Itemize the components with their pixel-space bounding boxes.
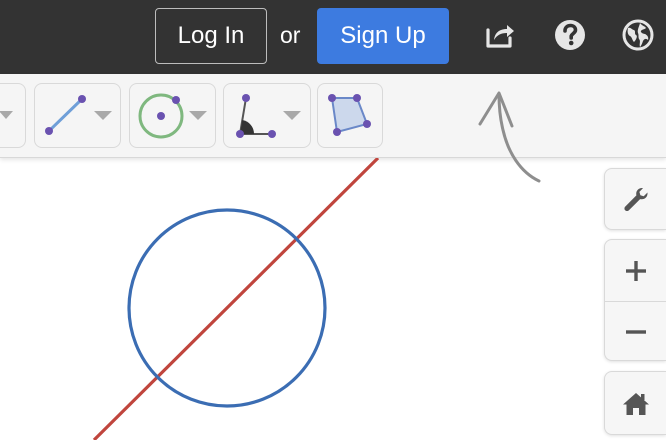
home-icon xyxy=(623,393,649,415)
top-bar: Log In or Sign Up xyxy=(0,0,666,74)
signup-button[interactable]: Sign Up xyxy=(317,8,449,64)
angle-tool[interactable] xyxy=(223,83,311,148)
zoom-in-button[interactable] xyxy=(605,240,666,301)
segment-icon xyxy=(45,95,112,135)
previous-tool-dropdown[interactable] xyxy=(0,83,26,148)
circle-tool[interactable] xyxy=(129,83,216,148)
wrench-icon xyxy=(624,188,648,212)
chevron-down-icon xyxy=(0,111,13,119)
geometry-app: Log In or Sign Up xyxy=(0,0,666,440)
pointer-arrow-annotation xyxy=(478,91,541,183)
circle-icon xyxy=(138,93,207,139)
login-button[interactable]: Log In xyxy=(155,8,267,64)
settings-panel xyxy=(604,168,666,230)
share-icon[interactable] xyxy=(481,16,519,54)
settings-button[interactable] xyxy=(605,169,666,231)
zoom-in-icon xyxy=(626,260,646,281)
home-panel xyxy=(604,371,666,435)
polygon-tool[interactable] xyxy=(317,83,383,148)
drawing-canvas[interactable] xyxy=(0,158,666,440)
help-icon[interactable] xyxy=(551,16,589,54)
tool-bar xyxy=(0,74,666,158)
zoom-out-button[interactable] xyxy=(605,302,666,362)
drawn-line[interactable] xyxy=(92,158,380,440)
globe-icon[interactable] xyxy=(619,16,657,54)
zoom-out-icon xyxy=(626,330,646,334)
angle-icon xyxy=(236,94,301,138)
home-button[interactable] xyxy=(605,372,666,436)
or-text: or xyxy=(280,22,301,48)
zoom-panel xyxy=(604,239,666,361)
polygon-icon xyxy=(328,94,371,136)
segment-tool[interactable] xyxy=(34,83,121,148)
